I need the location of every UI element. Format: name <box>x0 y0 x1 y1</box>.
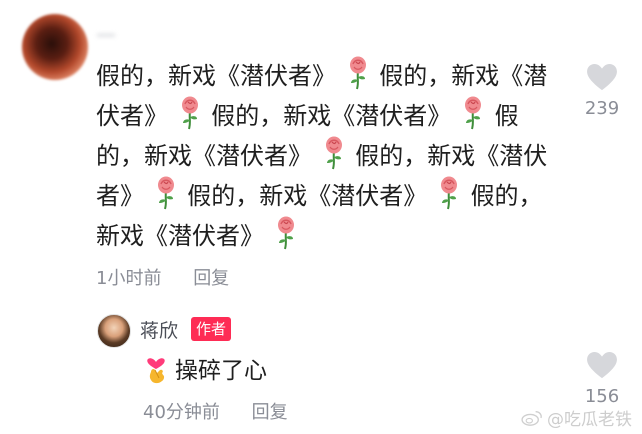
heart-icon[interactable] <box>587 352 617 380</box>
reply-reply-button[interactable]: 回复 <box>252 402 288 423</box>
reply-text-content: 操碎了心 <box>175 358 267 384</box>
heart-icon[interactable] <box>587 64 617 92</box>
reply-button[interactable]: 回复 <box>193 268 229 289</box>
comment-time: 1小时前 <box>96 268 162 289</box>
rose-emoji-icon <box>157 176 174 210</box>
comment-username[interactable]: — <box>96 22 116 46</box>
reply-like-button[interactable]: 156 <box>578 352 626 407</box>
author-badge: 作者 <box>191 317 232 341</box>
reply-like-count: 156 <box>584 386 620 407</box>
finger-heart-emoji-icon <box>147 358 165 384</box>
reply-text: 操碎了心 <box>143 351 267 386</box>
rose-emoji-icon <box>464 96 481 130</box>
watermark: @吃瓜老铁 <box>521 405 632 430</box>
reply-time: 40分钟前 <box>143 402 220 423</box>
comment-segment: 假的，新戏《潜伏者》 <box>187 182 428 210</box>
comment-segment: 假的，新戏《潜伏者》 <box>96 62 336 90</box>
reply-meta: 40分钟前 回复 <box>143 398 314 424</box>
rose-emoji-icon <box>277 216 294 250</box>
rose-emoji-icon <box>440 176 457 210</box>
weibo-icon <box>521 410 542 426</box>
reply-avatar[interactable] <box>97 314 131 348</box>
comment-segment: 假的，新戏《潜伏者》 <box>211 102 452 130</box>
rose-emoji-icon <box>181 96 198 130</box>
comment-meta: 1小时前 回复 <box>96 264 255 290</box>
comment-thread: — 假的，新戏《潜伏者》 假的，新戏《潜伏者》 假的，新戏《潜伏者》 假的，新戏… <box>0 0 642 434</box>
like-count: 239 <box>584 98 620 119</box>
comment-text: 假的，新戏《潜伏者》 假的，新戏《潜伏者》 假的，新戏《潜伏者》 假的，新戏《潜… <box>96 56 566 256</box>
rose-emoji-icon <box>325 136 342 170</box>
avatar[interactable] <box>22 14 88 80</box>
reply-username[interactable]: 蒋欣 <box>140 316 178 343</box>
watermark-text: @吃瓜老铁 <box>547 410 632 430</box>
rose-emoji-icon <box>349 56 366 90</box>
like-button[interactable]: 239 <box>578 64 626 119</box>
